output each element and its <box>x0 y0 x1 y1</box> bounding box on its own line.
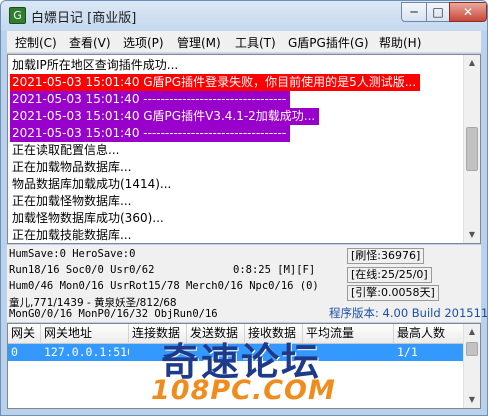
close-button[interactable]: ✕ <box>449 2 487 22</box>
grid-scrollbar[interactable]: ▲ ▼ <box>463 324 480 408</box>
menu-manage[interactable]: 管理(M) <box>177 34 221 51</box>
log-line: 正在加载技能数据库... <box>12 228 132 242</box>
refresh-monster-box: [刷怪:36976] <box>347 248 425 264</box>
title-bar[interactable]: G 白嫖日记 [商业版] ─ □ ✕ <box>1 1 487 31</box>
cell-gateway: 0 <box>11 345 18 359</box>
version-text: 程序版本: 4.00 Build 20151104 <box>329 306 488 320</box>
col-avg-traffic[interactable]: 平均流量 <box>303 324 394 344</box>
scroll-up-icon[interactable]: ▲ <box>464 55 480 71</box>
col-gateway[interactable]: 网关 <box>8 324 41 344</box>
log-panel[interactable]: 加载IP所在地区查询插件成功... 2021-05-03 15:01:40 G盾P… <box>7 54 481 244</box>
log-line: 加载IP所在地区查询插件成功... <box>12 58 179 72</box>
maximize-button[interactable]: □ <box>426 2 450 22</box>
scroll-down-icon[interactable]: ▼ <box>464 227 480 243</box>
uptime-text: 0:8:25 [M][F] <box>233 264 316 276</box>
grid-scroll-thumb[interactable] <box>466 342 478 356</box>
window-title: 白嫖日记 [商业版] <box>31 11 137 26</box>
cell-gateway-address: 127.0.0.1:5165 <box>44 345 129 359</box>
menu-gdun-plugin[interactable]: G盾PG插件(G) <box>288 34 369 51</box>
menu-bar: 控制(C) 查看(V) 选项(P) 管理(M) 工具(T) G盾PG插件(G) … <box>7 31 481 53</box>
minimize-button[interactable]: ─ <box>401 2 427 22</box>
gateway-grid[interactable]: 网关 网关地址 连接数据 发送数据 接收数据 平均流量 最高人数 0 127.0… <box>7 323 481 409</box>
cell-max-users: 1/1 <box>397 345 418 359</box>
col-gateway-address[interactable]: 网关地址 <box>41 324 129 344</box>
log-line: 2021-05-03 15:01:40 --------------------… <box>10 91 291 108</box>
menu-control[interactable]: 控制(C) <box>15 34 57 51</box>
main-window: G 白嫖日记 [商业版] ─ □ ✕ 控制(C) 查看(V) 选项(P) 管理(… <box>0 0 488 416</box>
menu-options[interactable]: 选项(P) <box>123 34 164 51</box>
app-icon: G <box>9 7 26 24</box>
cell-connect-data <box>129 344 187 361</box>
log-line: 正在读取配置信息... <box>12 143 120 157</box>
log-line: 2021-05-03 15:01:40 --------------------… <box>10 125 291 142</box>
menu-help[interactable]: 帮助(H) <box>379 34 421 51</box>
col-max-users[interactable]: 最高人数 <box>394 324 464 344</box>
col-send-data[interactable]: 发送数据 <box>187 324 245 344</box>
engine-box: [引擎:0.0058天] <box>347 285 439 301</box>
log-line: 物品数据库加载成功(1414)... <box>12 177 172 191</box>
run-text: Run18/16 Soc0/0 Usr0/62 <box>9 264 155 276</box>
menu-tools[interactable]: 工具(T) <box>235 34 276 51</box>
log-line: 2021-05-03 15:01:40 G盾PG插件V3.4.1-2加载成功..… <box>10 108 320 125</box>
cell-recv-data <box>245 344 303 361</box>
hum-text: Hum0/46 Mon0/16 UsrRot15/78 Merch0/16 Np… <box>9 280 319 292</box>
log-line: 正在加载怪物数据库... <box>12 194 132 208</box>
grid-scroll-up-icon[interactable]: ▲ <box>464 324 480 340</box>
col-recv-data[interactable]: 接收数据 <box>245 324 303 344</box>
hum-save-text: HumSave:0 HeroSave:0 <box>9 248 136 260</box>
cell-avg-traffic <box>303 344 394 361</box>
online-box: [在线:25/25/0] <box>347 267 432 283</box>
menu-view[interactable]: 查看(V) <box>69 34 111 51</box>
mon-text: MonG0/0/16 MonP0/16/32 ObjRun0/16 <box>9 308 218 320</box>
log-line: 加载怪物数据库成功(360)... <box>12 211 164 225</box>
log-line: 正在加载物品数据库... <box>12 160 132 174</box>
col-connect-data[interactable]: 连接数据 <box>129 324 187 344</box>
status-panel: HumSave:0 HeroSave:0 Run18/16 Soc0/0 Usr… <box>7 245 487 322</box>
cell-send-data <box>187 344 245 361</box>
log-scrollbar[interactable]: ▲ ▼ <box>463 55 480 243</box>
log-line: 2021-05-03 15:01:40 G盾PG插件登录失败，你目前使用的是5人… <box>10 74 421 91</box>
scroll-thumb[interactable] <box>466 127 478 171</box>
grid-scroll-down-icon[interactable]: ▼ <box>464 392 480 408</box>
